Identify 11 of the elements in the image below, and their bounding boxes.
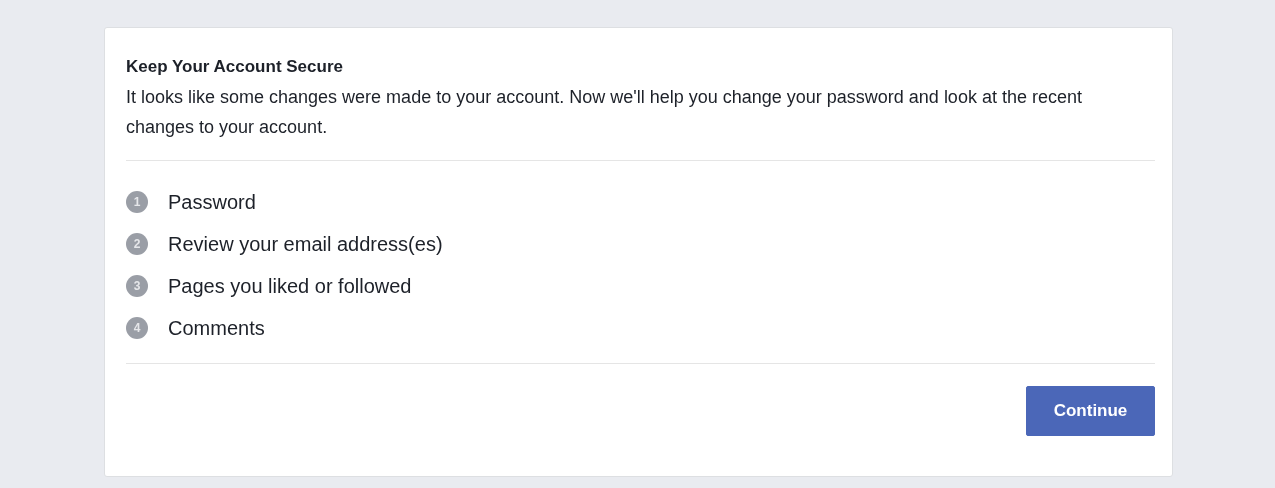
step-label: Comments [168,316,265,340]
step-label: Review your email address(es) [168,232,443,256]
continue-button[interactable]: Continue [1026,386,1155,436]
step-number: 4 [126,317,148,339]
dialog-message: It looks like some changes were made to your account. Now we'll help you change your password and look at the recent changes to your account. [126,86,1083,139]
dialog-title: Keep Your Account Secure [126,56,344,78]
step-label: Password [168,190,256,214]
step-number: 2 [126,233,148,255]
step-number: 3 [126,275,148,297]
step-number: 1 [126,191,148,213]
step-label: Pages you liked or followed [168,274,412,298]
